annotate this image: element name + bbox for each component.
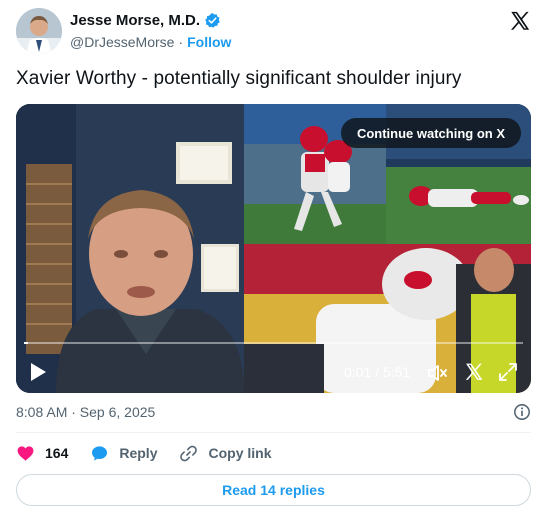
heart-icon: [17, 445, 34, 461]
video-progress-bar[interactable]: [24, 342, 523, 344]
read-replies-button[interactable]: Read 14 replies: [16, 474, 531, 506]
volume-icon[interactable]: [426, 362, 448, 384]
reply-bubble-icon: [92, 445, 108, 461]
x-logo-icon[interactable]: [509, 10, 531, 32]
action-bar: 164 Reply Copy link: [16, 443, 294, 463]
divider: [16, 432, 531, 433]
video-progress-fill: [24, 342, 28, 344]
copy-link-label: Copy link: [208, 445, 272, 461]
avatar[interactable]: [16, 8, 62, 54]
reply-label: Reply: [119, 445, 158, 461]
reply-button[interactable]: Reply: [90, 444, 157, 463]
display-name[interactable]: Jesse Morse, M.D.: [70, 12, 200, 29]
info-icon[interactable]: [513, 403, 531, 421]
fullscreen-icon[interactable]: [498, 362, 518, 382]
like-button[interactable]: 164: [16, 444, 68, 463]
separator-dot: ·: [178, 34, 184, 50]
video-time: 0:01 / 5:51: [344, 364, 411, 380]
video-player[interactable]: Continue watching on X 0:01 / 5:51: [16, 104, 531, 393]
tweet-header: Jesse Morse, M.D. @DrJesseMorse · Follow: [16, 8, 531, 54]
x-mark-icon[interactable]: [464, 362, 484, 382]
handle[interactable]: @DrJesseMorse: [70, 34, 174, 50]
name-row: Jesse Morse, M.D.: [70, 12, 221, 29]
play-icon[interactable]: [28, 361, 48, 383]
like-count: 164: [45, 445, 69, 461]
follow-button[interactable]: Follow: [187, 34, 231, 50]
tweet-meta: 8:08 AM · Sep 6, 2025: [16, 403, 531, 423]
copy-link-button[interactable]: Copy link: [179, 444, 272, 463]
handle-row: @DrJesseMorse · Follow: [70, 34, 231, 50]
verified-badge-icon: [205, 13, 220, 28]
timestamp[interactable]: 8:08 AM · Sep 6, 2025: [16, 404, 155, 420]
link-icon: [180, 445, 198, 461]
continue-watching-button[interactable]: Continue watching on X: [340, 118, 521, 148]
tweet-text: Xavier Worthy - potentially significant …: [16, 68, 462, 89]
